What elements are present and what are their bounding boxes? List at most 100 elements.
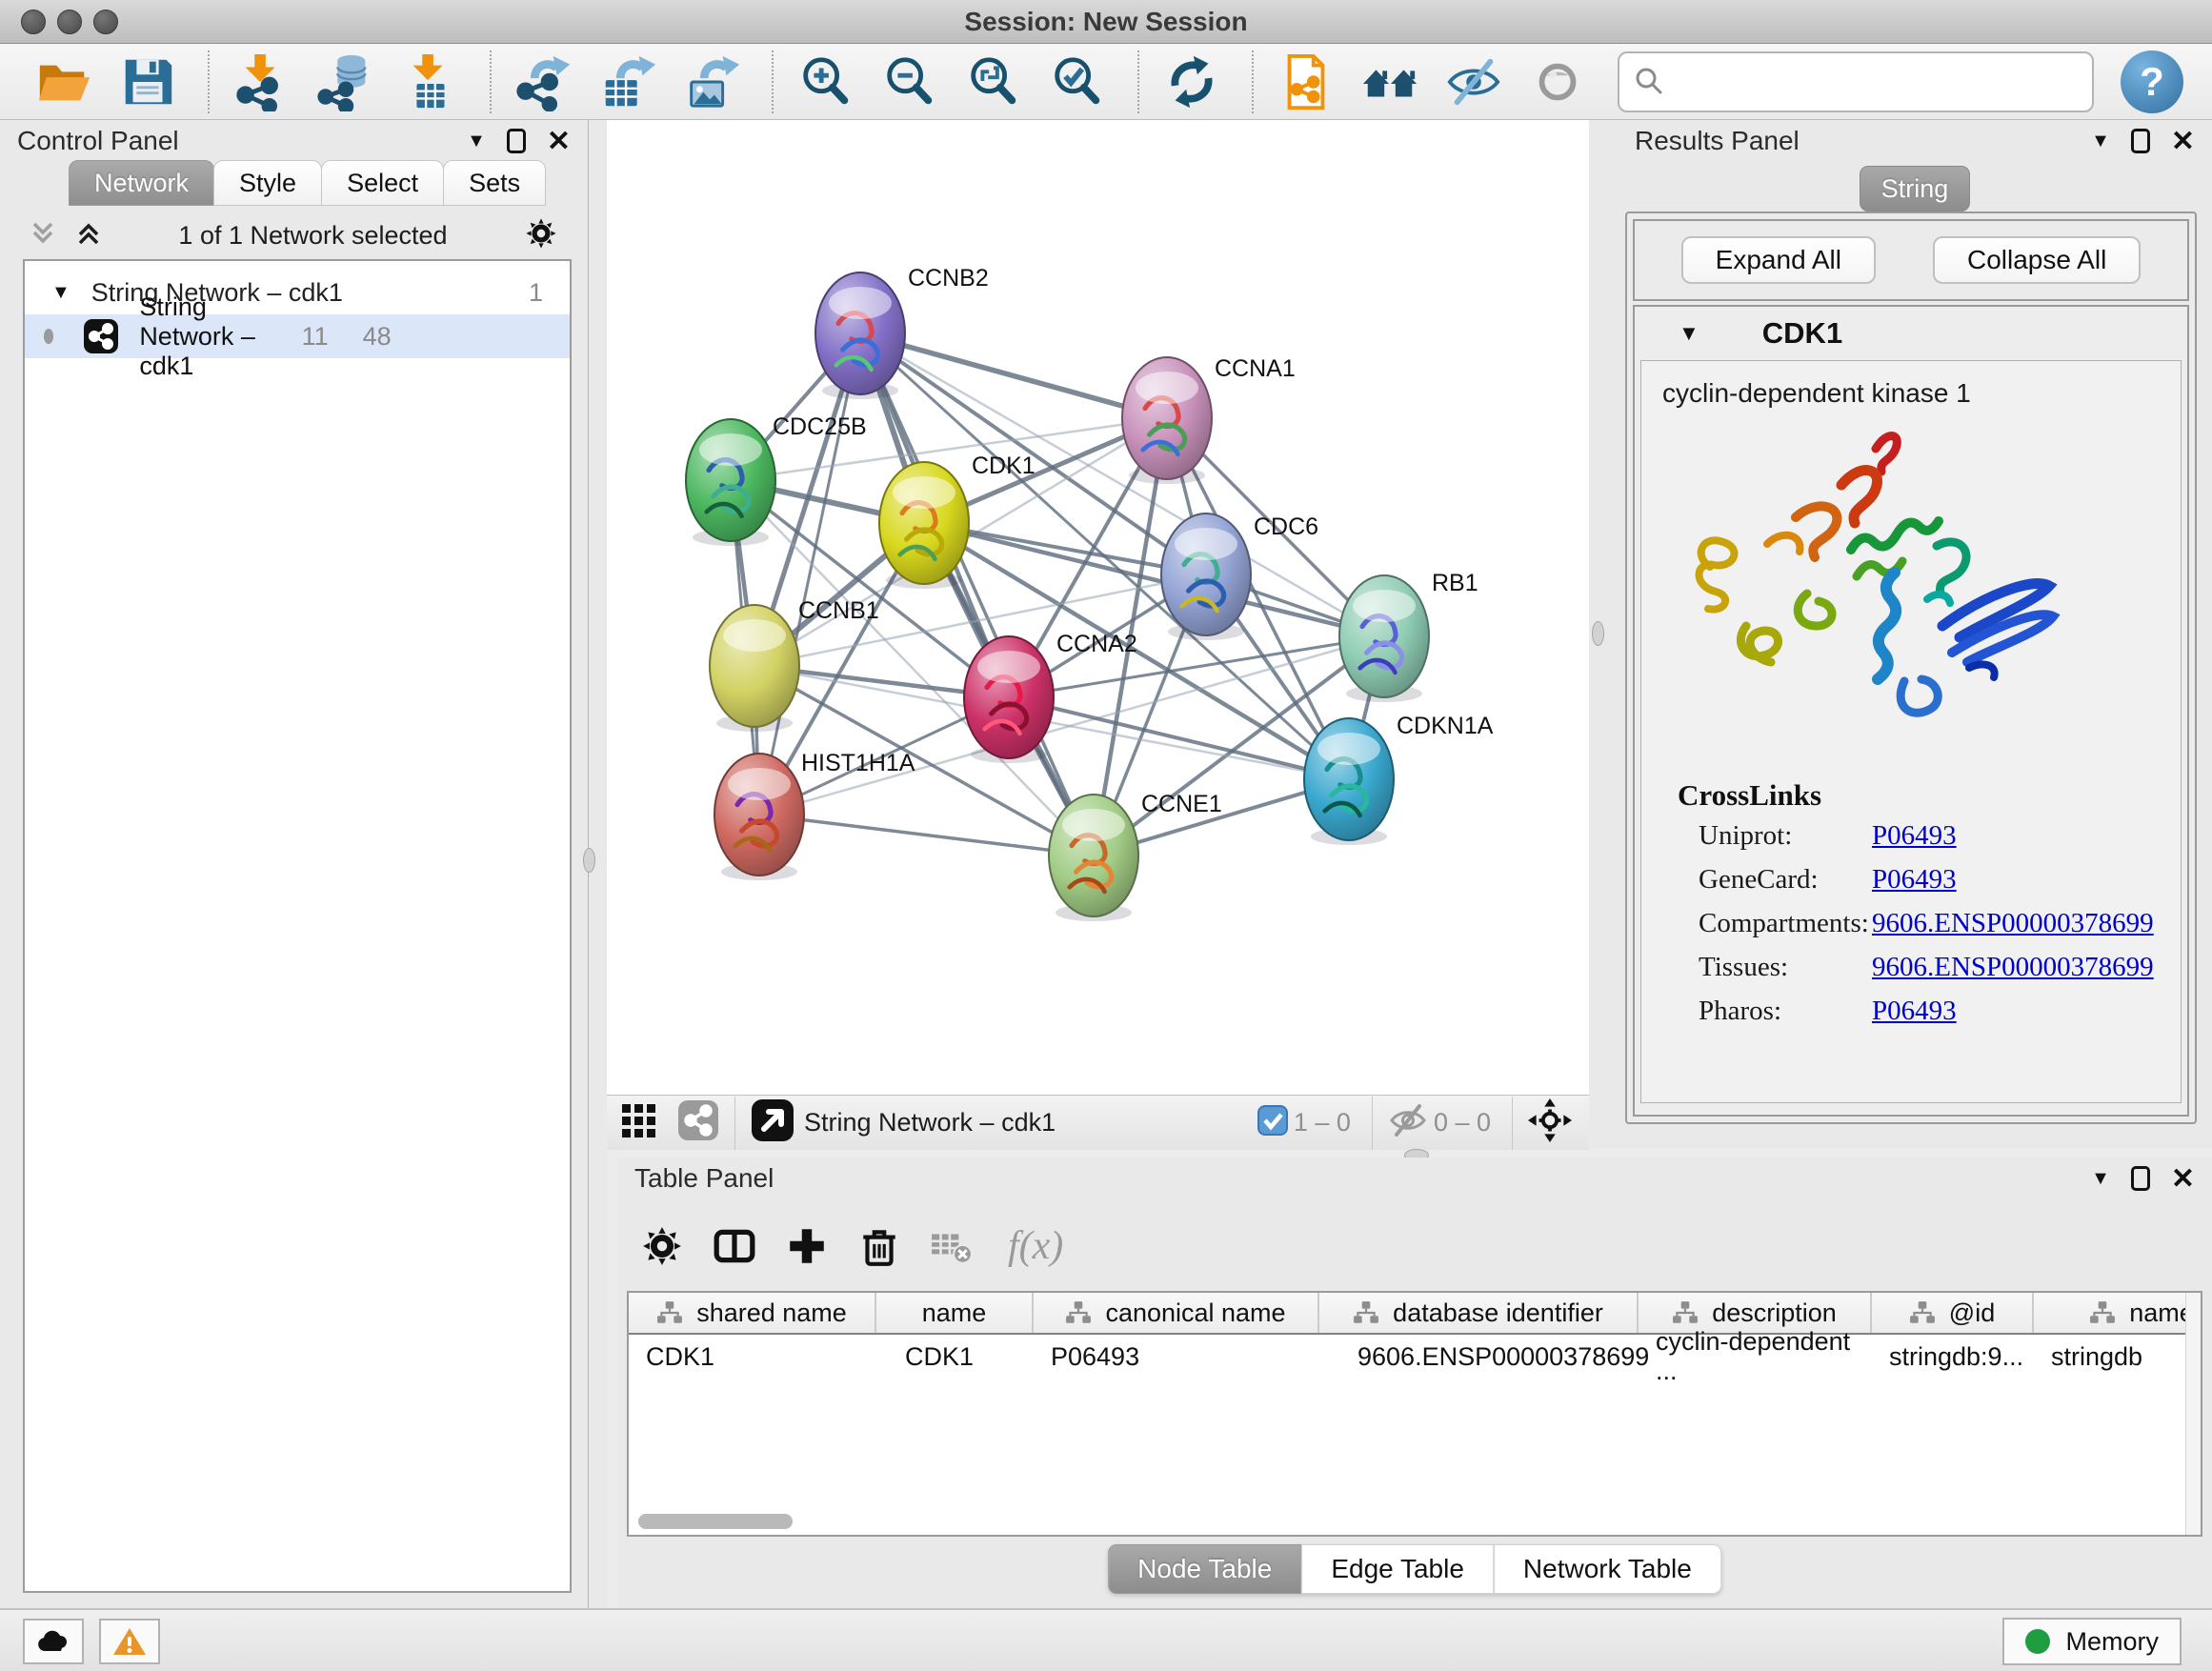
network-options-gear-icon[interactable]	[523, 215, 559, 256]
uniprot-link[interactable]: P06493	[1872, 820, 1957, 864]
expand-all-networks-icon[interactable]	[74, 219, 103, 252]
grid-view-icon[interactable]	[620, 1101, 658, 1144]
network-node-HIST1H1A[interactable]: HIST1H1A	[714, 750, 915, 880]
search-input[interactable]	[1618, 51, 2094, 112]
cell-id[interactable]: stringdb:9...	[1872, 1335, 2034, 1379]
column-header-namespace[interactable]: namespace	[2034, 1293, 2202, 1333]
hidden-eye-slash-icon[interactable]	[1388, 1100, 1428, 1145]
results-panel-float-icon[interactable]	[2131, 129, 2150, 153]
warning-button[interactable]	[99, 1619, 160, 1664]
network-node-RB1[interactable]: RB1	[1339, 570, 1478, 702]
tab-select[interactable]: Select	[321, 160, 444, 206]
open-session-icon[interactable]	[34, 52, 93, 111]
fit-crosshair-icon[interactable]	[1528, 1098, 1572, 1147]
help-button[interactable]: ?	[2121, 50, 2183, 113]
delete-table-icon[interactable]	[930, 1224, 974, 1268]
table-gear-icon[interactable]	[640, 1224, 684, 1268]
network-edge-CCNB2-CCNE1[interactable]	[860, 333, 1094, 856]
control-panel-collapse-icon[interactable]: ▼	[467, 131, 486, 152]
network-canvas[interactable]: CCNB2CCNA1CDC25BCDK1CDC6RB1CCNB1CCNA2CDK…	[607, 120, 1589, 1095]
tab-string[interactable]: String	[1860, 166, 1970, 211]
collapse-all-networks-icon[interactable]	[29, 219, 57, 252]
left-splitter-handle[interactable]	[583, 848, 595, 873]
control-panel-float-icon[interactable]	[507, 129, 526, 153]
table-panel-float-icon[interactable]	[2131, 1166, 2150, 1191]
refresh-icon[interactable]	[1162, 52, 1221, 111]
table-vertical-scrollbar[interactable]	[2185, 1293, 2201, 1535]
table-delete-icon[interactable]	[857, 1224, 901, 1268]
network-node-CCNA1[interactable]: CCNA1	[1122, 355, 1296, 484]
table-add-icon[interactable]	[785, 1224, 829, 1268]
cloud-button[interactable]	[23, 1619, 84, 1664]
network-node-CCNB2[interactable]: CCNB2	[815, 265, 989, 399]
close-window-button[interactable]	[21, 10, 46, 34]
eye-icon[interactable]	[1528, 52, 1587, 111]
share-view-icon[interactable]	[677, 1099, 719, 1146]
column-header-name[interactable]: name	[876, 1293, 1034, 1333]
export-table-icon[interactable]	[598, 52, 657, 111]
cell-database-identifier[interactable]: 9606.ENSP00000378699	[1319, 1335, 1639, 1379]
import-network-icon[interactable]	[232, 52, 292, 111]
collection-expand-icon[interactable]: ▼	[51, 282, 70, 304]
save-session-icon[interactable]	[118, 52, 177, 111]
memory-button[interactable]: Memory	[2002, 1618, 2182, 1665]
network-edge-CCNA2-CDKN1A[interactable]	[1009, 697, 1349, 779]
column-header-id[interactable]: @id	[1872, 1293, 2034, 1333]
open-in-window-icon[interactable]	[751, 1098, 794, 1147]
network-edge-CCNB2-HIST1H1A[interactable]	[759, 333, 860, 815]
cell-canonical-name[interactable]: P06493	[1034, 1335, 1319, 1379]
results-panel-collapse-icon[interactable]: ▼	[2091, 131, 2110, 152]
network-node-CCNB1[interactable]: CCNB1	[710, 597, 879, 732]
results-panel-close-icon[interactable]: ✕	[2171, 125, 2195, 158]
network-node-CCNE1[interactable]: CCNE1	[1049, 791, 1222, 921]
status-bar: Memory	[0, 1608, 2212, 1671]
document-share-icon[interactable]	[1277, 52, 1336, 111]
table-columns-icon[interactable]	[713, 1224, 756, 1268]
cell-namespace[interactable]: stringdb	[2034, 1335, 2202, 1379]
zoom-window-button[interactable]	[93, 10, 118, 34]
column-header-shared-name[interactable]: shared name	[629, 1293, 876, 1333]
collapse-all-button[interactable]: Collapse All	[1933, 236, 2141, 284]
table-panel-close-icon[interactable]: ✕	[2171, 1162, 2195, 1196]
zoom-fit-content-icon[interactable]	[964, 52, 1023, 111]
genecard-link[interactable]: P06493	[1872, 864, 1957, 908]
function-builder-icon[interactable]: f(x)	[1008, 1223, 1063, 1269]
table-horizontal-scrollbar-thumb[interactable]	[638, 1514, 793, 1529]
selected-checkbox-icon[interactable]	[1257, 1105, 1288, 1140]
zoom-selected-icon[interactable]	[1048, 52, 1107, 111]
compartments-link[interactable]: 9606.ENSP00000378699	[1872, 908, 2154, 952]
cell-shared-name[interactable]: CDK1	[629, 1335, 876, 1379]
minimize-window-button[interactable]	[57, 10, 82, 34]
pharos-link[interactable]: P06493	[1872, 996, 1957, 1039]
tab-network-table[interactable]: Network Table	[1494, 1544, 1721, 1594]
table-row[interactable]: CDK1 CDK1 P06493 9606.ENSP00000378699 cy…	[629, 1335, 2202, 1379]
houses-icon[interactable]	[1360, 52, 1419, 111]
tab-edge-table[interactable]: Edge Table	[1301, 1544, 1494, 1594]
network-node-label-CDC6: CDC6	[1254, 513, 1318, 540]
tissues-link[interactable]: 9606.ENSP00000378699	[1872, 952, 2154, 996]
expand-all-button[interactable]: Expand All	[1681, 236, 1876, 284]
cell-description[interactable]: cyclin-dependent ...	[1639, 1335, 1872, 1379]
network-row[interactable]: String Network – cdk1 11 48	[25, 314, 570, 358]
entry-expand-icon[interactable]: ▼	[1679, 321, 1699, 346]
import-network-from-database-icon[interactable]	[316, 52, 375, 111]
right-splitter-handle[interactable]	[1592, 621, 1604, 646]
import-table-icon[interactable]	[400, 52, 459, 111]
cell-name[interactable]: CDK1	[876, 1335, 1034, 1379]
zoom-in-icon[interactable]	[796, 52, 855, 111]
control-panel-close-icon[interactable]: ✕	[547, 125, 571, 158]
column-header-database-identifier[interactable]: database identifier	[1319, 1293, 1639, 1333]
export-image-icon[interactable]	[682, 52, 741, 111]
column-header-canonical-name[interactable]: canonical name	[1034, 1293, 1319, 1333]
table-panel-collapse-icon[interactable]: ▼	[2091, 1168, 2110, 1190]
main-toolbar: ?	[0, 44, 2212, 120]
zoom-out-icon[interactable]	[880, 52, 939, 111]
tab-sets[interactable]: Sets	[443, 160, 546, 206]
tab-node-table[interactable]: Node Table	[1108, 1544, 1301, 1594]
tab-network[interactable]: Network	[69, 160, 214, 206]
export-network-icon[interactable]	[514, 52, 573, 111]
network-edge-HIST1H1A-CCNE1[interactable]	[759, 815, 1094, 856]
tab-style[interactable]: Style	[213, 160, 322, 206]
hide-show-icon[interactable]	[1444, 52, 1503, 111]
network-node-CDKN1A[interactable]: CDKN1A	[1304, 713, 1494, 845]
